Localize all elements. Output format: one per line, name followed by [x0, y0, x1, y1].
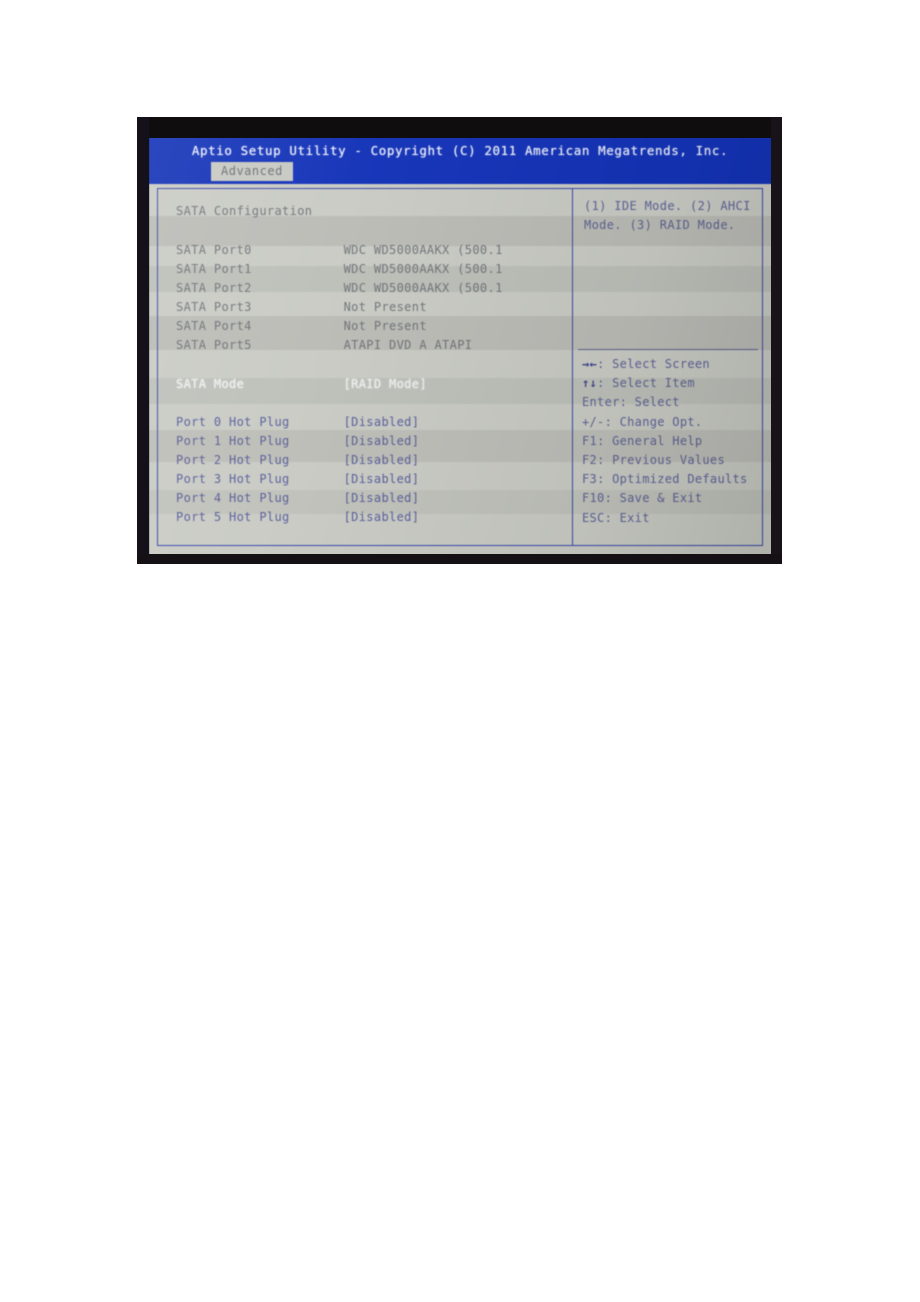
monitor-bezel-bottom: [137, 554, 782, 564]
port-4-hot-plug-value[interactable]: [Disabled]: [344, 489, 420, 508]
row-sata-port5: SATA Port5 ATAPI DVD A ATAPI: [176, 336, 568, 355]
key-enter-label: Enter: [582, 395, 620, 410]
row-port-0-hot-plug[interactable]: Port 0 Hot Plug [Disabled]: [176, 413, 568, 432]
key-legend-save-exit: F10: Save & Exit: [582, 489, 758, 508]
row-sata-port2: SATA Port2 WDC WD5000AAKX (500.1: [176, 279, 568, 298]
row-port-2-hot-plug[interactable]: Port 2 Hot Plug [Disabled]: [176, 451, 568, 470]
bios-title: Aptio Setup Utility - Copyright (C) 2011…: [191, 143, 729, 158]
key-plus-minus-label: +/-: [582, 414, 605, 429]
key-legend-optimized-defaults-text: : Optimized Defaults: [597, 472, 748, 487]
monitor-bezel-top: [137, 117, 782, 139]
port-3-hot-plug-value[interactable]: [Disabled]: [344, 470, 420, 489]
key-esc-label: ESC: [582, 510, 605, 525]
port-1-hot-plug-value[interactable]: [Disabled]: [344, 432, 420, 451]
port-5-hot-plug-value[interactable]: [Disabled]: [344, 508, 420, 527]
monitor-bezel-left: [137, 117, 149, 564]
settings-pane: SATA Configuration SATA Port0 WDC WD5000…: [158, 189, 572, 545]
key-f3-label: F3: [582, 472, 598, 487]
key-legend-change-opt-text: : Change Opt.: [604, 414, 703, 429]
key-legend-select-item: ↑↓: Select Item: [582, 374, 758, 393]
monitor-bezel-right: [771, 117, 782, 564]
sata-port3-value: Not Present: [343, 300, 427, 314]
row-port-1-hot-plug[interactable]: Port 1 Hot Plug [Disabled]: [176, 432, 568, 451]
key-legend-exit-text: : Exit: [604, 510, 650, 525]
key-legend: →←: Select Screen ↑↓: Select Item Enter:…: [582, 355, 758, 528]
bios-screen-photo: Aptio Setup Utility - Copyright (C) 2011…: [137, 117, 782, 564]
sata-port2-value: WDC WD5000AAKX (500.1: [343, 281, 503, 295]
sata-mode-label: SATA Mode: [176, 377, 245, 391]
key-legend-optimized-defaults: F3: Optimized Defaults: [582, 470, 758, 489]
key-legend-previous-values-text: : Previous Values: [597, 453, 725, 468]
port-0-hot-plug-label: Port 0 Hot Plug: [176, 415, 290, 429]
key-legend-enter-text: : Select: [619, 395, 680, 410]
key-legend-previous-values: F2: Previous Values: [582, 451, 758, 470]
help-separator: [578, 349, 758, 350]
row-sata-mode[interactable]: SATA Mode [RAID Mode]: [176, 375, 568, 394]
port-1-hot-plug-label: Port 1 Hot Plug: [176, 434, 290, 448]
key-legend-exit: ESC: Exit: [582, 509, 758, 528]
sata-port2-label: SATA Port2: [176, 281, 252, 295]
sata-port4-value: Not Present: [343, 319, 427, 333]
key-f2-label: F2: [582, 453, 598, 468]
row-port-4-hot-plug[interactable]: Port 4 Hot Plug [Disabled]: [176, 489, 568, 508]
sata-port1-value: WDC WD5000AAKX (500.1: [343, 262, 503, 276]
key-f1-label: F1: [582, 433, 598, 448]
row-sata-port0: SATA Port0 WDC WD5000AAKX (500.1: [176, 241, 568, 260]
port-3-hot-plug-label: Port 3 Hot Plug: [176, 472, 290, 486]
key-f10-label: F10: [582, 491, 605, 506]
sata-port0-label: SATA Port0: [176, 243, 252, 257]
sata-port4-label: SATA Port4: [176, 319, 252, 333]
key-legend-select-screen: →←: Select Screen: [582, 355, 758, 374]
port-2-hot-plug-label: Port 2 Hot Plug: [176, 453, 290, 467]
key-legend-general-help: F1: General Help: [582, 432, 758, 451]
tab-advanced[interactable]: Advanced: [211, 162, 293, 181]
key-legend-select-screen-text: : Select Screen: [597, 357, 710, 371]
row-sata-port1: SATA Port1 WDC WD5000AAKX (500.1: [176, 260, 568, 279]
sata-port3-label: SATA Port3: [176, 300, 252, 314]
key-legend-enter: Enter: Select: [582, 393, 758, 412]
port-5-hot-plug-label: Port 5 Hot Plug: [176, 510, 290, 524]
key-legend-change-opt: +/-: Change Opt.: [582, 413, 758, 432]
help-text: (1) IDE Mode. (2) AHCI Mode. (3) RAID Mo…: [584, 199, 751, 232]
key-legend-save-exit-text: : Save & Exit: [604, 491, 703, 506]
sata-port0-value: WDC WD5000AAKX (500.1: [343, 243, 503, 257]
sata-port1-label: SATA Port1: [176, 262, 252, 276]
port-0-hot-plug-value[interactable]: [Disabled]: [344, 413, 420, 432]
section-header-sata-configuration: SATA Configuration: [176, 202, 568, 221]
row-port-3-hot-plug[interactable]: Port 3 Hot Plug [Disabled]: [176, 470, 568, 489]
arrow-left-right-icon: →←: [582, 357, 598, 371]
pane-divider: [572, 189, 573, 545]
key-legend-general-help-text: : General Help: [597, 433, 703, 448]
row-sata-port4: SATA Port4 Not Present: [176, 317, 568, 336]
port-2-hot-plug-value[interactable]: [Disabled]: [344, 451, 420, 470]
sata-port5-label: SATA Port5: [176, 338, 252, 352]
section-header-label: SATA Configuration: [176, 204, 313, 218]
sata-mode-value[interactable]: [RAID Mode]: [344, 375, 427, 394]
help-pane: (1) IDE Mode. (2) AHCI Mode. (3) RAID Mo…: [574, 189, 762, 545]
row-sata-port3: SATA Port3 Not Present: [176, 298, 568, 317]
port-4-hot-plug-label: Port 4 Hot Plug: [176, 491, 290, 505]
bios-title-bar: Aptio Setup Utility - Copyright (C) 2011…: [149, 138, 771, 184]
key-legend-select-item-text: : Select Item: [597, 376, 695, 391]
bios-content-frame: SATA Configuration SATA Port0 WDC WD5000…: [157, 188, 763, 546]
sata-port5-value: ATAPI DVD A ATAPI: [343, 338, 473, 352]
row-port-5-hot-plug[interactable]: Port 5 Hot Plug [Disabled]: [176, 508, 568, 527]
arrow-up-down-icon: ↑↓: [582, 376, 598, 391]
bios-tab-bar: Advanced: [149, 162, 771, 184]
bios-setup-screen: Aptio Setup Utility - Copyright (C) 2011…: [149, 138, 771, 554]
